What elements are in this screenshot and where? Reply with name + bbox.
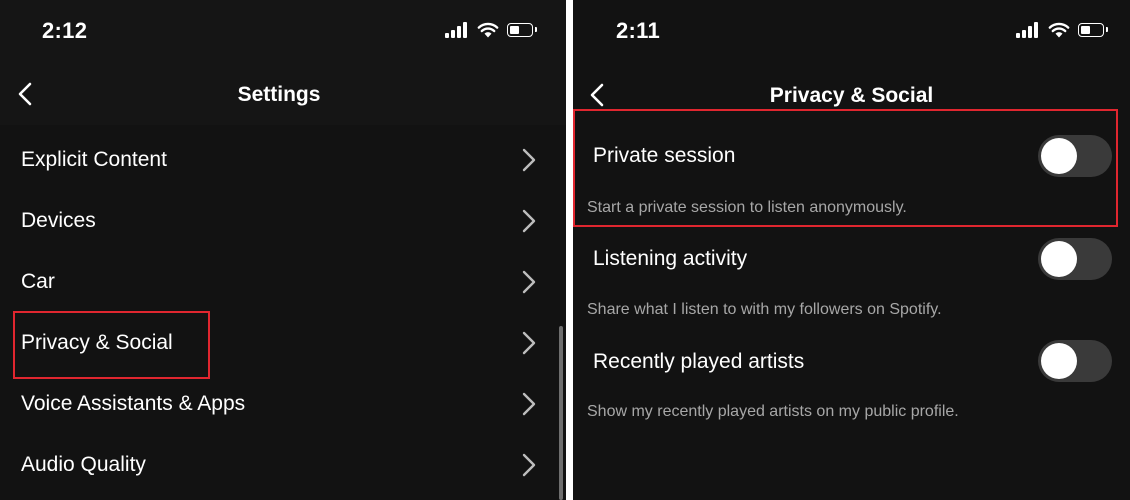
privacy-social-screen: 2:11 Privacy & Social Private session St…	[573, 0, 1130, 500]
status-time: 2:11	[616, 18, 661, 43]
toggle-knob	[1041, 241, 1077, 277]
chevron-right-icon	[522, 331, 536, 354]
row-label: Privacy & Social	[21, 330, 173, 354]
toggle-knob	[1041, 343, 1077, 379]
chevron-right-icon	[522, 392, 536, 415]
settings-row-privacy-social[interactable]: Privacy & Social	[0, 312, 566, 373]
toggle-knob	[1041, 138, 1077, 174]
recently-played-artists-label: Recently played artists	[593, 350, 805, 373]
cellular-signal-icon	[1016, 22, 1038, 38]
settings-row-audio-quality[interactable]: Audio Quality	[0, 434, 566, 495]
recently-played-artists-description: Show my recently played artists on my pu…	[587, 403, 959, 420]
chevron-right-icon	[522, 270, 536, 293]
chevron-right-icon	[522, 453, 536, 476]
screen-divider	[566, 0, 573, 500]
cellular-signal-icon	[445, 22, 467, 38]
settings-row-explicit-content[interactable]: Explicit Content	[0, 129, 566, 190]
scrollbar[interactable]	[559, 326, 563, 500]
private-session-label: Private session	[593, 144, 736, 167]
battery-icon	[1078, 23, 1108, 37]
page-title: Privacy & Social	[769, 84, 934, 107]
listening-activity-description: Share what I listen to with my followers…	[587, 301, 942, 318]
page-title: Settings	[237, 83, 321, 106]
recently-played-artists-toggle[interactable]	[1038, 340, 1112, 382]
settings-row-car[interactable]: Car	[0, 251, 566, 312]
settings-row-voice-assistants[interactable]: Voice Assistants & Apps	[0, 373, 566, 434]
private-session-toggle[interactable]	[1038, 135, 1112, 177]
settings-screen: 2:12 Settings Explicit Content Devices C…	[0, 0, 566, 500]
chevron-right-icon	[522, 209, 536, 232]
row-label: Audio Quality	[21, 452, 146, 476]
wifi-icon	[1048, 22, 1070, 38]
row-label: Voice Assistants & Apps	[21, 391, 246, 415]
chevron-right-icon	[522, 148, 536, 171]
row-label: Devices	[21, 208, 96, 232]
battery-icon	[507, 23, 537, 37]
private-session-description: Start a private session to listen anonym…	[587, 199, 907, 216]
settings-row-devices[interactable]: Devices	[0, 190, 566, 251]
status-time: 2:12	[42, 18, 88, 43]
listening-activity-toggle[interactable]	[1038, 238, 1112, 280]
wifi-icon	[477, 22, 499, 38]
row-label: Car	[21, 269, 55, 293]
listening-activity-label: Listening activity	[593, 247, 748, 270]
row-label: Explicit Content	[21, 147, 167, 171]
